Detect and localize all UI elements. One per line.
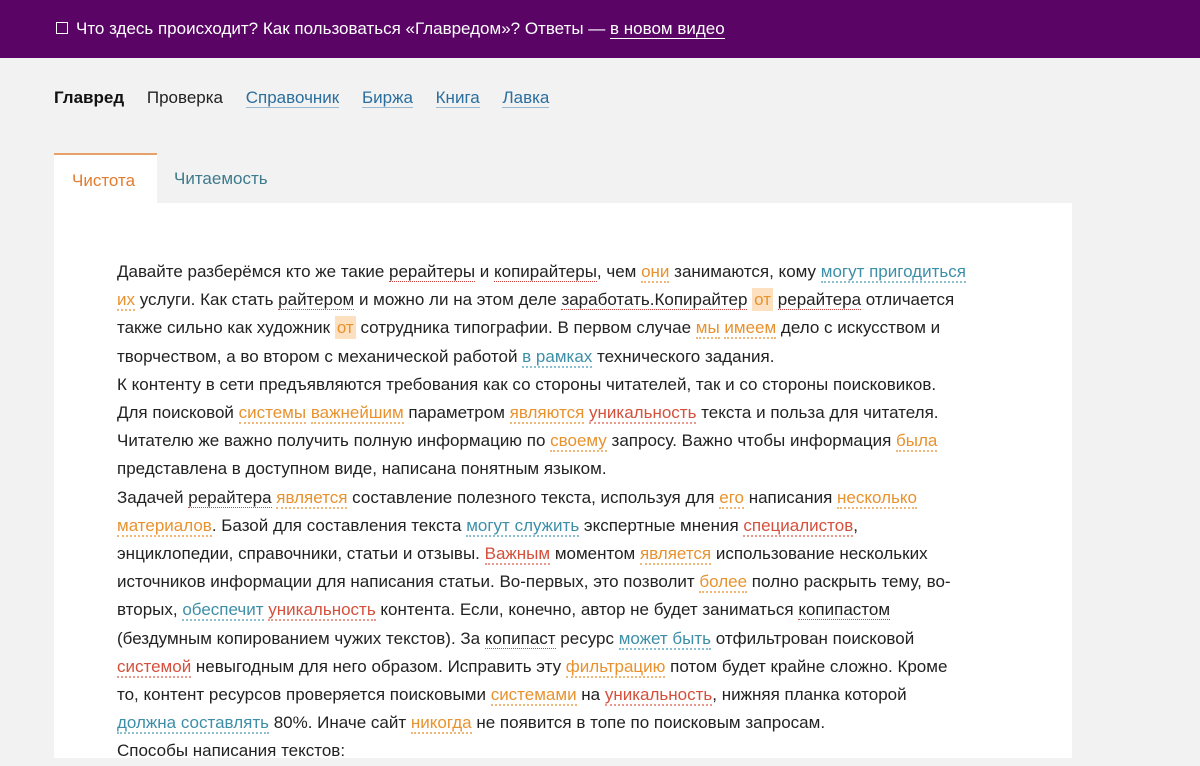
article-line: творчеством, а во втором с механической …: [117, 346, 775, 368]
flagged-word[interactable]: Важным: [484, 544, 551, 566]
nav-item-birzha[interactable]: Биржа: [361, 88, 413, 108]
flagged-word[interactable]: они: [641, 262, 670, 283]
flagged-word[interactable]: важнейшим: [310, 403, 404, 425]
article-line: должна составлять 80%. Иначе сайт никогд…: [117, 713, 826, 735]
article-line: системой невыгодным для него образом. Ис…: [117, 656, 948, 678]
nav-item-kniga[interactable]: Книга: [435, 88, 480, 108]
flagged-word[interactable]: более: [699, 572, 748, 594]
tab-chitaemost[interactable]: Читаемость: [156, 153, 286, 203]
top-nav: Главред Проверка Справочник Биржа Книга …: [54, 88, 567, 108]
flagged-word[interactable]: специалистов: [743, 515, 854, 537]
flagged-word[interactable]: является: [276, 487, 348, 509]
flagged-phrase[interactable]: должна составлять: [117, 713, 269, 735]
banner-video-link[interactable]: в новом видео: [610, 19, 725, 39]
flagged-word[interactable]: уникальность: [589, 403, 697, 425]
flagged-phrase[interactable]: обеспечит: [182, 600, 264, 622]
nav-brand-glavred[interactable]: Главред: [54, 88, 124, 107]
flagged-word[interactable]: никогда: [410, 713, 472, 735]
flagged-word[interactable]: материалов: [117, 515, 212, 537]
flagged-word[interactable]: их: [117, 290, 135, 312]
tab-chistota[interactable]: Чистота: [54, 153, 157, 203]
flagged-phrase[interactable]: в рамках: [522, 346, 593, 368]
spelling-flag[interactable]: заработать.Копирайтер: [561, 290, 748, 311]
article-line: (бездумным копированием чужих текстов). …: [117, 628, 915, 650]
spelling-flag[interactable]: копипаст: [484, 628, 556, 649]
flagged-word[interactable]: системой: [117, 656, 192, 678]
article-line: представлена в доступном виде, написана …: [117, 459, 607, 479]
flagged-phrase[interactable]: может быть: [618, 628, 712, 650]
article-line: также сильно как художник от сотрудника …: [117, 316, 941, 340]
article-text[interactable]: Давайте разберёмся кто же такие рерайтер…: [117, 258, 1017, 766]
nav-item-proverka[interactable]: Проверка: [147, 88, 223, 107]
banner-text: Что здесь происходит? Как пользоваться «…: [76, 19, 611, 38]
spelling-flag[interactable]: рерайтеры: [389, 262, 476, 282]
article-line: материалов. Базой для составления текста…: [117, 515, 858, 537]
highlighted-word[interactable]: от: [334, 316, 356, 340]
nav-item-spravochnik[interactable]: Справочник: [245, 88, 340, 108]
checkbox-icon: [56, 22, 68, 34]
article-line: то, контент ресурсов проверяется поисков…: [117, 685, 907, 707]
article-line: энциклопедии, справочники, статьи и отзы…: [117, 544, 928, 566]
flagged-word[interactable]: системами: [490, 685, 577, 707]
article-line: Читателю же важно получить полную информ…: [117, 431, 938, 453]
spelling-flag[interactable]: рерайтера: [777, 290, 862, 311]
article-line: источников информации для написания стат…: [117, 572, 951, 594]
text-editor[interactable]: Давайте разберёмся кто же такие рерайтер…: [54, 203, 1072, 760]
flagged-word[interactable]: фильтрацию: [565, 656, 666, 678]
announcement-banner: Что здесь происходит? Как пользоваться «…: [0, 0, 1200, 58]
flagged-word[interactable]: своему: [550, 431, 607, 453]
article-line: их услуги. Как стать райтером и можно ли…: [117, 288, 955, 312]
flagged-word[interactable]: имеем: [724, 318, 777, 340]
highlighted-word[interactable]: от: [752, 288, 774, 312]
flagged-word[interactable]: была: [896, 431, 938, 453]
flagged-word[interactable]: являются: [509, 403, 585, 425]
article-line: Для поисковой системы важнейшим параметр…: [117, 403, 939, 425]
flagged-phrase[interactable]: могут служить: [466, 515, 580, 537]
flagged-phrase[interactable]: могут пригодиться: [820, 262, 966, 283]
flagged-word[interactable]: его: [719, 487, 744, 509]
flagged-word[interactable]: мы: [695, 318, 720, 340]
article-line: Давайте разберёмся кто же такие рерайтер…: [117, 262, 966, 283]
flagged-word[interactable]: уникальность: [268, 600, 376, 622]
flagged-word[interactable]: является: [639, 544, 712, 566]
flagged-word[interactable]: несколько: [837, 487, 917, 509]
spelling-flag[interactable]: рерайтера: [188, 487, 272, 508]
article-line: К контенту в сети предъявляются требован…: [117, 374, 937, 394]
article-line: Способы написания текстов:: [117, 741, 346, 761]
spelling-flag[interactable]: райтером: [278, 290, 355, 311]
spelling-flag[interactable]: копипастом: [798, 600, 891, 621]
article-line: Задачей рерайтера является составление п…: [117, 487, 917, 509]
spelling-flag[interactable]: копирайтеры: [494, 262, 597, 282]
flagged-word[interactable]: уникальность: [604, 685, 713, 707]
nav-item-lavka[interactable]: Лавка: [502, 88, 550, 108]
flagged-word[interactable]: системы: [238, 403, 307, 425]
article-line: вторых, обеспечит уникальность контента.…: [117, 600, 891, 622]
